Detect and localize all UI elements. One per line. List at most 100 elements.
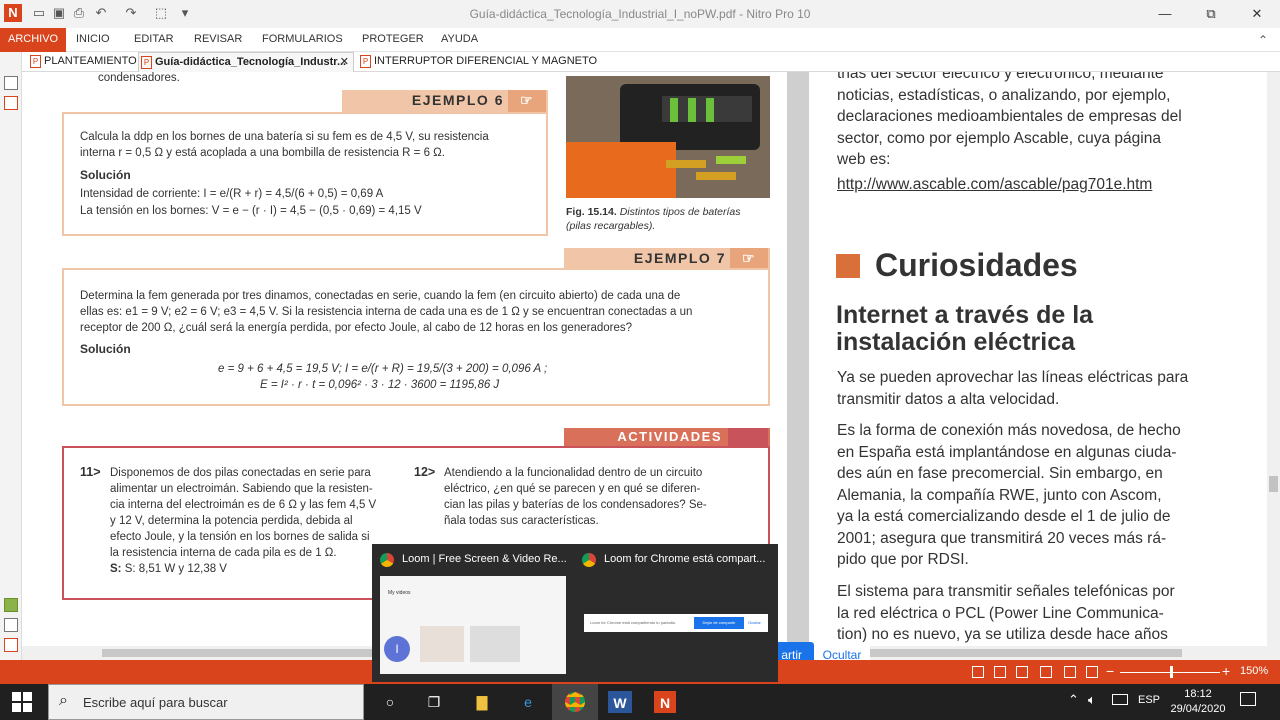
fit-page-icon[interactable]: [1064, 666, 1076, 678]
pdf-page-right: trias del sector eléctrico y electrónico…: [809, 72, 1267, 646]
tab-proteger[interactable]: PROTEGER: [354, 28, 432, 52]
paragraph-3: El sistema para transmitir señales telef…: [837, 583, 1175, 643]
search-icon: ⌕: [59, 692, 68, 709]
zoom-out-icon[interactable]: −: [1106, 663, 1114, 679]
fit-width-icon[interactable]: [1086, 666, 1098, 678]
tray-expand-icon[interactable]: ⌃: [1068, 692, 1079, 708]
search-placeholder: Escribe aquí para buscar: [83, 695, 228, 710]
document-tabs: P PLANTEAMIENTO P Guía-didáctica_Tecnologí…: [0, 52, 1280, 72]
ejemplo7-eq2: E = I² · r · t = 0,096² · 3 · 12 · 3600 …: [260, 379, 500, 391]
single-page-view-icon[interactable]: [972, 666, 984, 678]
ejemplo6-line2: La tensión en los bornes: V = e − (r · I…: [80, 205, 422, 217]
taskbar-preview-popup: Loom | Free Screen & Video Re... Loom fo…: [372, 544, 778, 682]
activity-12-number: 12>: [414, 465, 436, 479]
zoom-slider-thumb[interactable]: [1170, 666, 1173, 678]
pdf-icon: P: [30, 55, 41, 68]
doc-tab-planteamiento[interactable]: P PLANTEAMIENTO: [28, 52, 156, 72]
ejemplo7-solucion: Solución: [80, 342, 131, 356]
activity-11-solution: S: S: 8,51 W y 12,38 V: [110, 563, 227, 575]
preview-title-2[interactable]: Loom for Chrome está compart...: [604, 553, 770, 565]
ejemplo7-text1: Determina la fem generada por tres dinam…: [80, 290, 681, 302]
notifications-icon[interactable]: [1240, 692, 1256, 706]
close-tab-icon[interactable]: ✕: [340, 53, 349, 72]
clock[interactable]: 18:12 29/04/2020: [1170, 687, 1226, 717]
network-icon[interactable]: [1112, 694, 1128, 705]
ejemplo7-text2: ellas es: e1 = 9 V; e2 = 6 V; e3 = 4,5 V…: [80, 306, 693, 318]
ejemplo6-text2: interna r = 0,5 Ω y está acoplada a una …: [80, 147, 445, 159]
chrome-icon[interactable]: [563, 690, 587, 714]
ejemplo6-header: EJEMPLO 6 ☞: [342, 90, 548, 112]
edge-icon[interactable]: e: [516, 690, 540, 714]
file-explorer-icon[interactable]: ▇: [470, 690, 494, 714]
ejemplo7-box: Determina la fem generada por tres dinam…: [62, 268, 770, 406]
preview-thumbnail-1[interactable]: My videos I: [380, 576, 566, 674]
output-icon[interactable]: [4, 618, 18, 632]
continuous-view-icon[interactable]: [994, 666, 1006, 678]
ejemplo6-line1: Intensidad de corriente: I = e/(R + r) =…: [80, 188, 384, 200]
taskbar-search-input[interactable]: ⌕ Escribe aquí para buscar: [48, 684, 364, 720]
figure-caption: Fig. 15.14. Distintos tipos de baterías: [566, 206, 741, 218]
zoom-in-icon[interactable]: +: [1222, 663, 1230, 679]
pointing-hand-icon: ☞: [730, 248, 768, 268]
pdf-icon: P: [360, 55, 371, 68]
batteries-photo: [566, 76, 770, 198]
ejemplo6-text1: Calcula la ddp en los bornes de una bate…: [80, 131, 489, 143]
avatar: I: [384, 636, 410, 662]
ascable-link[interactable]: http://www.ascable.com/ascable/pag701e.h…: [837, 174, 1152, 196]
windows-start-icon[interactable]: [12, 692, 32, 712]
ribbon-tabs: ARCHIVO INICIO EDITAR REVISAR FORMULARIO…: [0, 28, 1280, 52]
tab-editar[interactable]: EDITAR: [126, 28, 182, 52]
signatures-icon[interactable]: [4, 638, 18, 652]
tab-revisar[interactable]: REVISAR: [186, 28, 250, 52]
page-gap: [787, 72, 809, 646]
actividades-header: ACTIVIDADES: [564, 428, 770, 448]
activity-12-text: Atendiendo a la funcionalidad dentro de …: [444, 467, 707, 527]
article-title: Internet a través de la instalación eléct…: [836, 301, 1094, 356]
ejemplo6-box: Calcula la ddp en los bornes de una bate…: [62, 112, 548, 236]
chrome-icon: [380, 553, 394, 567]
section-square-icon: [836, 254, 860, 278]
scroll-thumb[interactable]: [1269, 476, 1278, 492]
preview-title-1[interactable]: Loom | Free Screen & Video Re...: [402, 553, 568, 565]
restore-button[interactable]: ⧉: [1188, 0, 1234, 28]
attachments-icon[interactable]: [4, 96, 18, 110]
ejemplo6-solucion: Solución: [80, 168, 131, 182]
close-button[interactable]: ✕: [1234, 0, 1280, 28]
tab-archivo[interactable]: ARCHIVO: [0, 28, 67, 52]
task-view-icon[interactable]: ❐: [422, 690, 446, 714]
ejemplo7-eq1: e = 9 + 6 + 4,5 = 19,5 V; I = e/(r + R) …: [218, 363, 548, 375]
minimize-button[interactable]: —: [1142, 0, 1188, 28]
nitro-taskbar-icon[interactable]: N: [654, 691, 676, 713]
doc-tab-guia-didactica[interactable]: P Guía-didáctica_Tecnología_Industr... ✕: [138, 52, 354, 72]
figure-caption-2: (pilas recargables).: [566, 220, 656, 232]
activity-11-text: Disponemos de dos pilas conectadas en se…: [110, 467, 377, 559]
chrome-icon: [582, 553, 596, 567]
section-title: Curiosidades: [875, 247, 1078, 283]
volume-icon[interactable]: 🔈︎: [1088, 692, 1096, 708]
top-fragment: condensadores.: [98, 72, 180, 84]
preview-thumbnail-2[interactable]: Loom for Chrome está compartiendo tu pan…: [584, 614, 768, 632]
doc-tab-interruptor[interactable]: P INTERRUPTOR DIFERENCIAL Y MAGNETO...: [358, 52, 598, 72]
zoom-level[interactable]: 150%: [1240, 665, 1268, 677]
language-indicator[interactable]: ESP: [1138, 694, 1160, 706]
tab-ayuda[interactable]: AYUDA: [433, 28, 486, 52]
ejemplo7-text3: receptor de 200 Ω, ¿cuál será la energía…: [80, 322, 633, 334]
collapse-ribbon-icon[interactable]: ⌃: [1258, 33, 1272, 47]
paragraph-2: Es la forma de conexión más novedosa, de…: [837, 422, 1181, 568]
vertical-scrollbar[interactable]: [1267, 72, 1280, 646]
activity-11-number: 11>: [80, 465, 101, 479]
facing-continuous-icon[interactable]: [1040, 666, 1052, 678]
title-bar: N ▭ ▣ ⎙ ↶ ↷ ⬚ ▾ Guía-didáctica_Tecnologí…: [0, 0, 1280, 28]
ejemplo7-header: EJEMPLO 7 ☞: [564, 248, 770, 268]
left-panel-strip: [0, 52, 22, 660]
tab-formularios[interactable]: FORMULARIOS: [254, 28, 351, 52]
word-icon[interactable]: W: [608, 691, 632, 713]
tab-inicio[interactable]: INICIO: [68, 28, 118, 52]
bookmarks-icon[interactable]: [4, 76, 18, 90]
comments-icon[interactable]: [4, 598, 18, 612]
right-intro-text: trias del sector eléctrico y electrónico…: [837, 72, 1182, 168]
pdf-icon: P: [141, 56, 152, 69]
pencil-icon: [728, 428, 768, 448]
facing-view-icon[interactable]: [1016, 666, 1028, 678]
cortana-icon[interactable]: ○: [378, 690, 402, 714]
